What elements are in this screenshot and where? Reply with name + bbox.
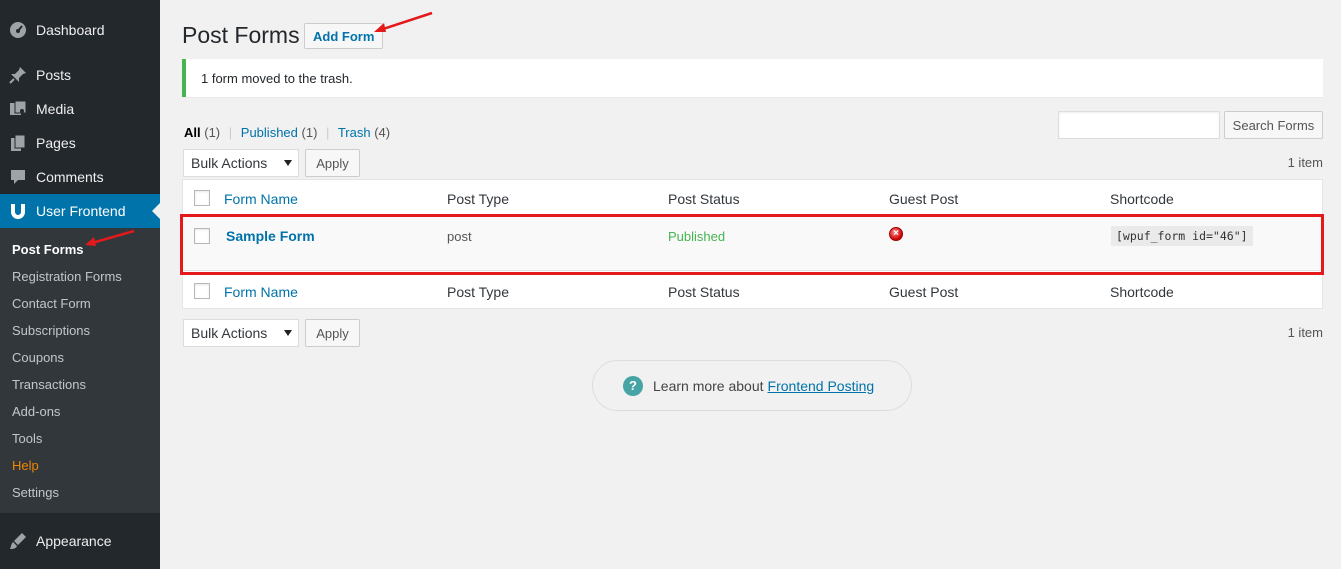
submenu-contact-form[interactable]: Contact Form xyxy=(12,296,91,311)
menu-label: Dashboard xyxy=(36,22,105,38)
forms-table: Form Name Post Type Post Status Guest Po… xyxy=(182,179,1323,309)
add-form-button[interactable]: Add Form xyxy=(304,23,384,49)
menu-item-user-frontend[interactable]: User Frontend xyxy=(0,194,160,228)
bulk-actions-select-bottom[interactable]: Bulk Actions xyxy=(183,319,299,347)
table-row: Sample Form post Published × [wpuf_form … xyxy=(183,216,1322,271)
pages-icon xyxy=(0,133,36,153)
column-form-name[interactable]: Form Name xyxy=(224,191,298,207)
trash-notice: 1 form moved to the trash. xyxy=(182,59,1323,97)
submenu-tools[interactable]: Tools xyxy=(12,431,42,446)
menu-item-appearance[interactable]: Appearance xyxy=(0,524,160,558)
column-guest-post: Guest Post xyxy=(889,191,959,207)
bulk-actions-label: Bulk Actions xyxy=(191,325,268,341)
comment-icon xyxy=(0,167,36,187)
learn-more-banner: ? Learn more about Frontend Posting xyxy=(592,360,912,411)
page-title: Post Forms xyxy=(182,22,300,48)
item-count-bottom: 1 item xyxy=(1287,325,1323,340)
filter-all-count: (1) xyxy=(204,125,221,140)
submenu-registration-forms[interactable]: Registration Forms xyxy=(12,269,122,284)
column-post-status-footer: Post Status xyxy=(668,284,740,300)
main-content: Post Forms Add Form 1 form moved to the … xyxy=(160,0,1341,569)
bulk-actions-label: Bulk Actions xyxy=(191,155,268,171)
filter-published-count: (1) xyxy=(301,125,318,140)
submenu-help[interactable]: Help xyxy=(12,458,39,473)
media-icon xyxy=(0,99,36,119)
bulk-actions-select-top[interactable]: Bulk Actions xyxy=(183,149,299,177)
wpuf-logo-icon xyxy=(0,201,36,221)
column-post-type: Post Type xyxy=(447,191,510,207)
pushpin-icon xyxy=(0,65,36,85)
post-status-cell: Published xyxy=(668,229,726,244)
menu-item-dashboard[interactable]: Dashboard xyxy=(0,13,160,47)
apply-button-top[interactable]: Apply xyxy=(305,149,360,177)
apply-button-bottom[interactable]: Apply xyxy=(305,319,360,347)
shortcode-cell[interactable]: [wpuf_form id="46"] xyxy=(1111,226,1253,246)
filter-published[interactable]: Published xyxy=(241,125,298,140)
chevron-down-icon xyxy=(284,330,292,336)
table-header: Form Name Post Type Post Status Guest Po… xyxy=(183,180,1322,217)
table-footer: Form Name Post Type Post Status Guest Po… xyxy=(183,272,1322,309)
column-post-type-footer: Post Type xyxy=(447,284,510,300)
filter-trash[interactable]: Trash xyxy=(338,125,371,140)
admin-sidebar: Dashboard Posts Media Pages Comments Use… xyxy=(0,0,160,569)
notice-text: 1 form moved to the trash. xyxy=(201,70,353,86)
submenu-settings[interactable]: Settings xyxy=(12,485,59,500)
submenu-post-forms[interactable]: Post Forms xyxy=(12,242,84,257)
item-count-top: 1 item xyxy=(1287,155,1323,170)
filter-all[interactable]: All xyxy=(184,125,201,140)
chevron-down-icon xyxy=(284,160,292,166)
menu-label: Posts xyxy=(36,67,72,83)
menu-label: User Frontend xyxy=(36,203,126,219)
paintbrush-icon xyxy=(0,531,36,551)
column-shortcode-footer: Shortcode xyxy=(1110,284,1174,300)
menu-item-pages[interactable]: Pages xyxy=(0,126,160,160)
submenu-subscriptions[interactable]: Subscriptions xyxy=(12,323,90,338)
menu-item-posts[interactable]: Posts xyxy=(0,58,160,92)
submenu-coupons[interactable]: Coupons xyxy=(12,350,64,365)
error-circle-icon: × xyxy=(889,227,903,241)
menu-label: Comments xyxy=(36,169,104,185)
status-filters: All (1) | Published (1) | Trash (4) xyxy=(184,125,390,140)
select-all-checkbox-bottom[interactable] xyxy=(194,283,210,299)
menu-label: Media xyxy=(36,101,75,117)
filter-separator: | xyxy=(326,125,330,140)
menu-label: Pages xyxy=(36,135,76,151)
submenu-add-ons[interactable]: Add-ons xyxy=(12,404,60,419)
form-name-link[interactable]: Sample Form xyxy=(226,228,315,244)
column-shortcode: Shortcode xyxy=(1110,191,1174,207)
row-checkbox[interactable] xyxy=(194,228,210,244)
submenu-transactions[interactable]: Transactions xyxy=(12,377,86,392)
dashboard-icon xyxy=(0,20,36,40)
learn-more-text: Learn more about xyxy=(653,377,764,394)
help-question-icon: ? xyxy=(623,375,643,396)
search-forms-button[interactable]: Search Forms xyxy=(1224,111,1323,139)
filter-trash-count: (4) xyxy=(374,125,391,140)
column-form-name-footer[interactable]: Form Name xyxy=(224,284,298,300)
post-type-cell: post xyxy=(447,229,472,244)
select-all-checkbox[interactable] xyxy=(194,190,210,206)
menu-item-comments[interactable]: Comments xyxy=(0,160,160,194)
menu-item-media[interactable]: Media xyxy=(0,92,160,126)
frontend-posting-link[interactable]: Frontend Posting xyxy=(768,378,875,394)
column-guest-post-footer: Guest Post xyxy=(889,284,959,300)
menu-label: Appearance xyxy=(36,533,112,549)
search-input[interactable] xyxy=(1058,111,1220,139)
column-post-status: Post Status xyxy=(668,191,740,207)
user-frontend-submenu: Post Forms Registration Forms Contact Fo… xyxy=(0,228,160,513)
filter-separator: | xyxy=(228,125,233,140)
